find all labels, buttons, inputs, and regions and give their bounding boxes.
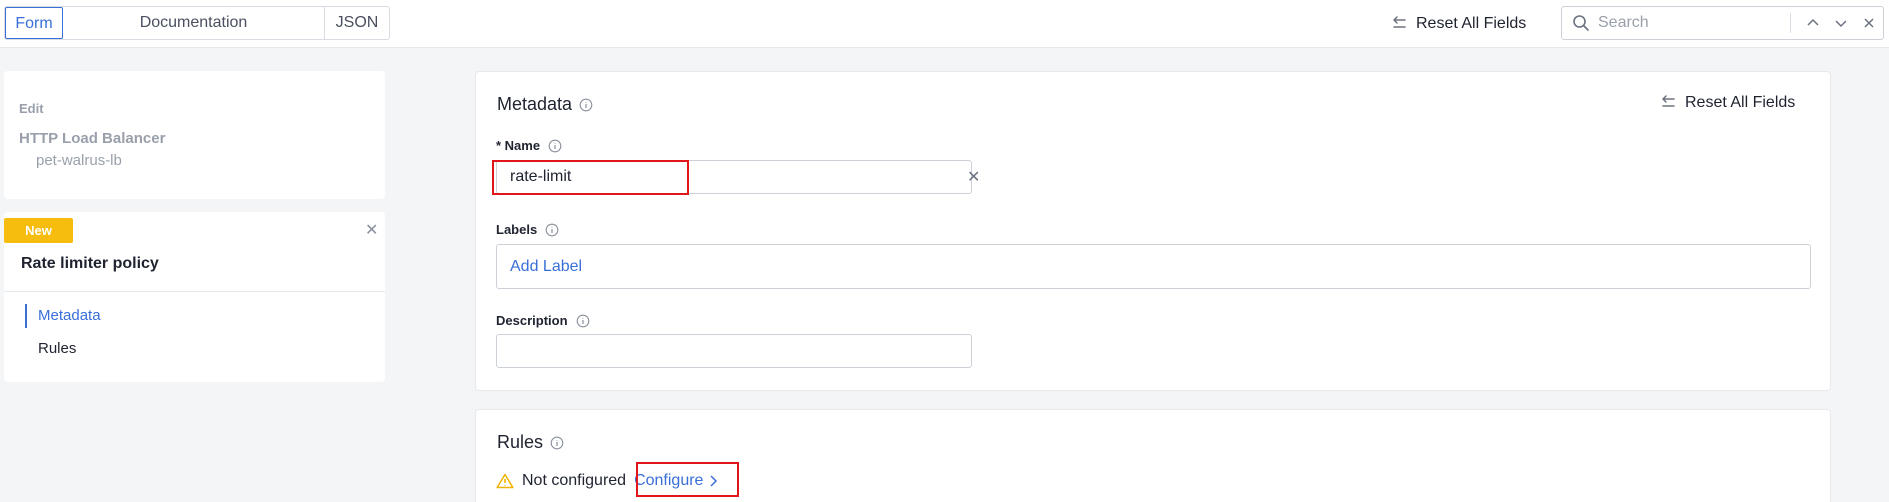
policy-nav-card: New ✕ Rate limiter policy Metadata Rules <box>4 212 385 382</box>
tab-documentation[interactable]: Documentation <box>63 7 325 39</box>
rules-title: Rules <box>497 432 564 453</box>
info-icon[interactable] <box>545 223 559 237</box>
reset-all-fields-label: Reset All Fields <box>1416 15 1527 32</box>
rules-section: Rules Not configured Configure <box>475 409 1831 502</box>
chevron-right-icon <box>710 475 718 487</box>
search-input[interactable] <box>1598 14 1778 32</box>
chevron-down-icon <box>1835 20 1847 28</box>
new-badge: New <box>4 218 73 243</box>
name-label-text: * Name <box>496 138 541 153</box>
view-tabs: Form Documentation JSON <box>4 6 390 40</box>
rules-status-text: Not configured <box>522 472 627 489</box>
chevron-up-icon <box>1807 18 1819 26</box>
close-policy-button[interactable]: ✕ <box>365 223 378 239</box>
configure-rules-link[interactable]: Configure <box>634 472 718 490</box>
name-value: rate-limit <box>510 168 572 185</box>
warning-icon <box>496 473 514 489</box>
close-search-button[interactable] <box>1855 9 1883 37</box>
rules-status-row: Not configured Configure <box>496 472 718 490</box>
metadata-section: Metadata Reset All Fields * Name rate-li… <box>475 71 1831 391</box>
object-type-title: HTTP Load Balancer <box>19 130 166 147</box>
add-label-text: Add Label <box>510 258 583 275</box>
description-field-label: Description <box>496 313 590 328</box>
close-icon <box>1864 18 1874 28</box>
sidebar-item-metadata[interactable]: Metadata <box>4 304 385 330</box>
top-toolbar: Form Documentation JSON Reset All Fields <box>0 0 1889 48</box>
metadata-title: Metadata <box>497 94 593 115</box>
description-field[interactable] <box>496 334 972 368</box>
name-field-label: * Name <box>496 138 562 153</box>
undo-icon <box>1393 16 1406 28</box>
sidebar-item-label: Metadata <box>38 307 101 324</box>
info-icon[interactable] <box>550 436 564 450</box>
undo-icon <box>1662 95 1675 107</box>
divider <box>4 291 385 292</box>
info-icon[interactable] <box>579 98 593 112</box>
name-field[interactable]: rate-limit ✕ <box>496 160 980 194</box>
next-result-button[interactable] <box>1827 9 1855 37</box>
search-box <box>1561 6 1884 40</box>
object-name: pet-walrus-lb <box>36 152 122 169</box>
info-icon[interactable] <box>548 139 562 153</box>
edit-label: Edit <box>19 101 44 116</box>
metadata-title-text: Metadata <box>497 94 573 114</box>
labels-label-text: Labels <box>496 222 538 237</box>
clear-name-button[interactable]: ✕ <box>967 170 980 186</box>
tab-form[interactable]: Form <box>5 7 63 39</box>
configure-label: Configure <box>634 472 704 489</box>
info-icon[interactable] <box>576 314 590 328</box>
tab-json[interactable]: JSON <box>325 7 389 39</box>
labels-field-label: Labels <box>496 222 559 237</box>
reset-all-fields-button[interactable]: Reset All Fields <box>1390 12 1526 36</box>
sidebar-item-label: Rules <box>38 340 77 357</box>
reset-metadata-label: Reset All Fields <box>1685 94 1796 111</box>
description-label-text: Description <box>496 313 568 328</box>
search-icon <box>1573 15 1589 31</box>
add-label-field[interactable]: Add Label <box>496 244 1811 289</box>
edit-context-card: Edit HTTP Load Balancer pet-walrus-lb <box>4 71 385 199</box>
search-divider <box>1790 13 1791 33</box>
active-indicator <box>25 304 27 328</box>
reset-metadata-fields-button[interactable]: Reset All Fields <box>1659 94 1795 112</box>
sidebar-item-rules[interactable]: Rules <box>4 337 385 363</box>
policy-title: Rate limiter policy <box>21 255 159 272</box>
previous-result-button[interactable] <box>1799 9 1827 37</box>
rules-title-text: Rules <box>497 432 544 452</box>
